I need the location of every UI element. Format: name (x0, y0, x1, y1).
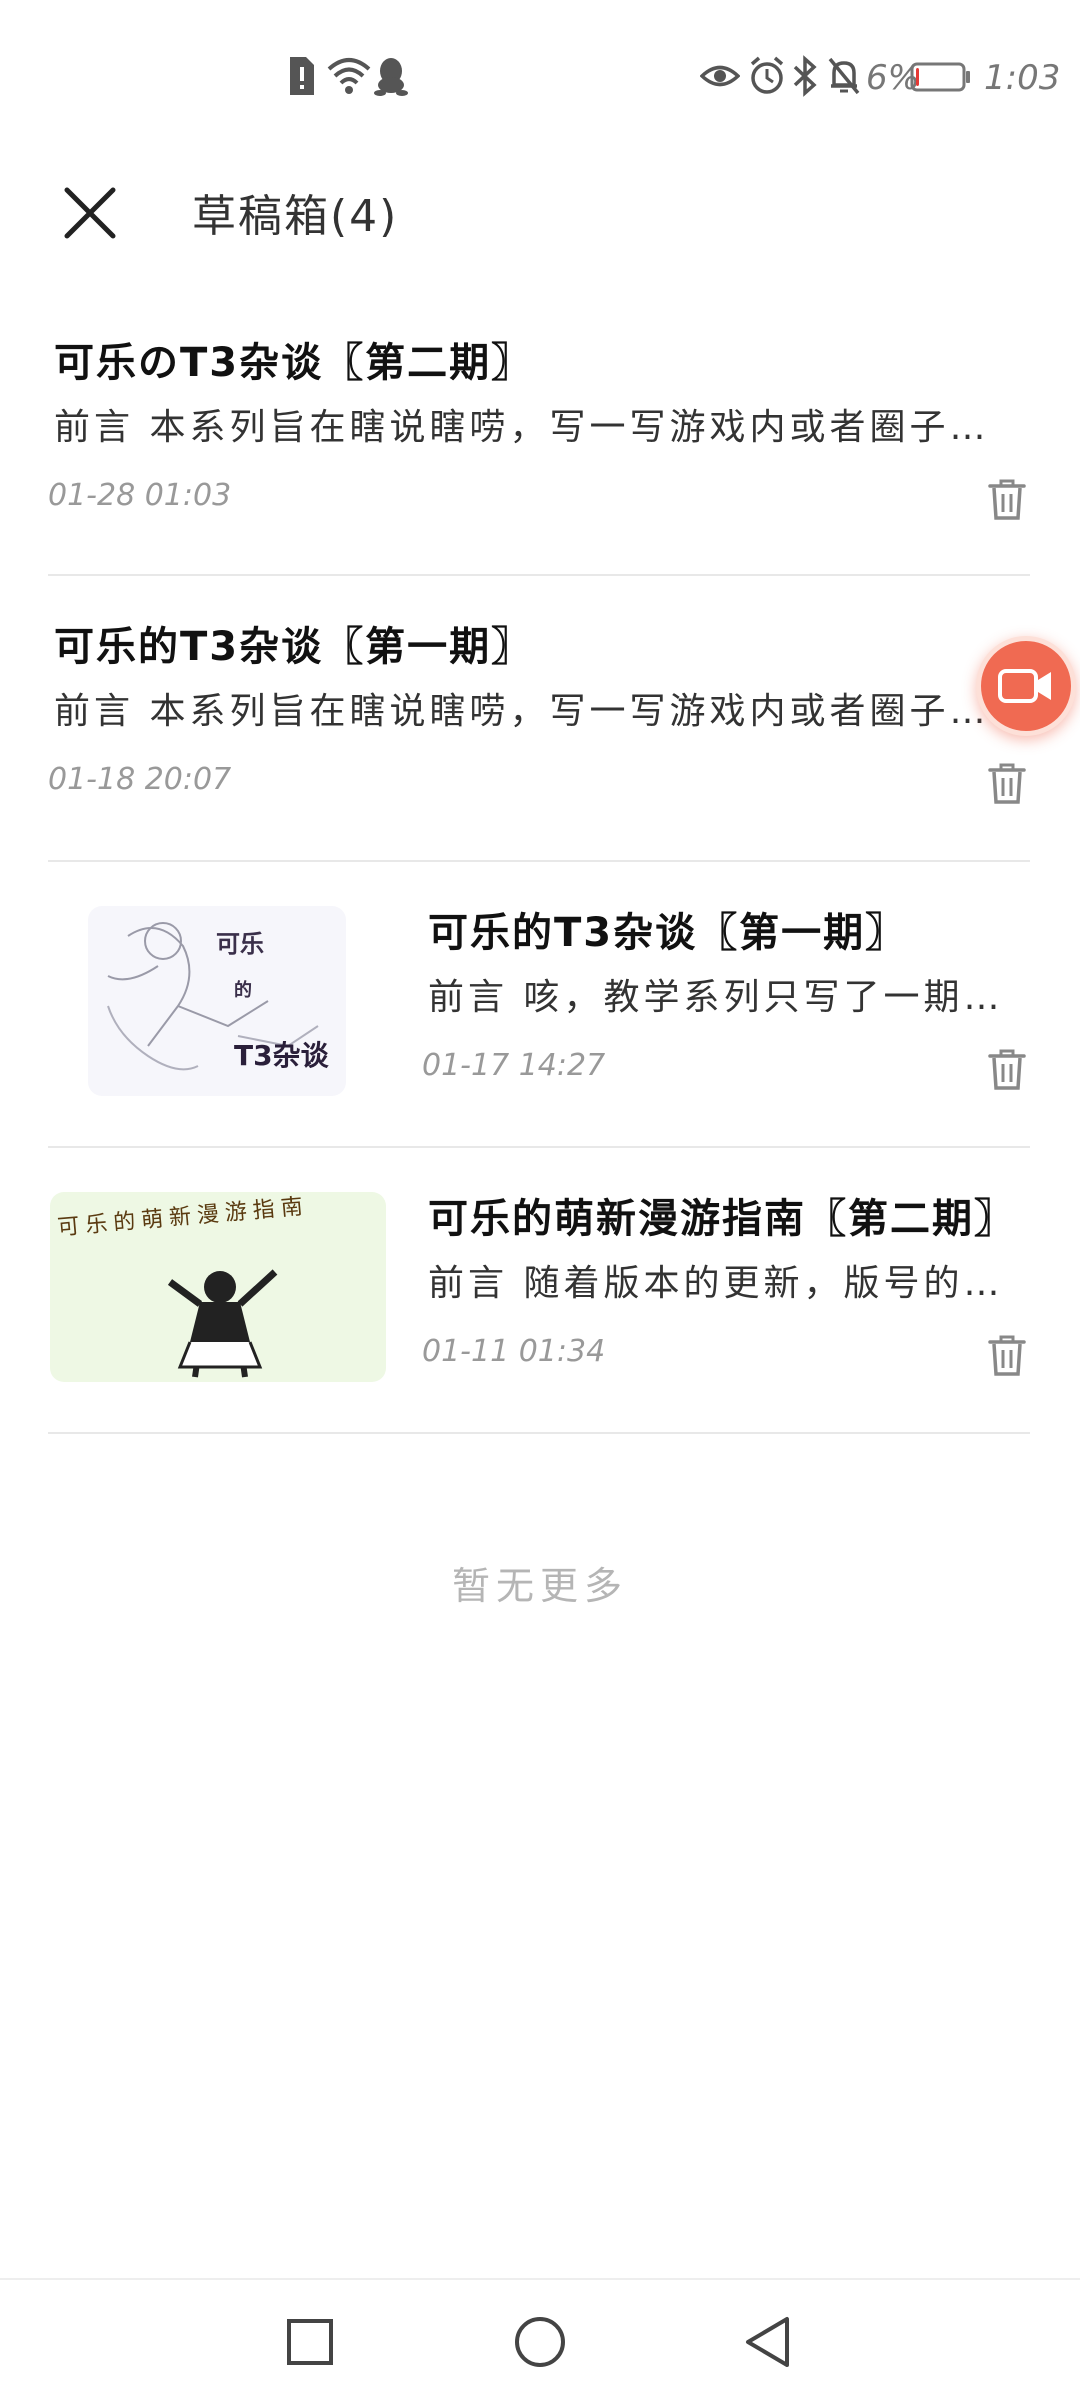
sketch-illustration (167, 1269, 278, 1378)
square-icon (287, 2319, 333, 2365)
close-icon (64, 187, 116, 239)
delete-icon[interactable] (984, 1046, 1030, 1092)
mute-icon (828, 57, 860, 95)
draft-excerpt: 前言 随着版本的更新，版号的… (428, 1263, 1004, 1304)
page-title: 草稿箱(4) (192, 191, 399, 242)
draft-thumbnail: 可乐 的 T3杂谈 (88, 906, 346, 1096)
draft-item[interactable]: 可乐 的 T3杂谈 可乐的T3杂谈〖第一期〗 前言 咳，教学系列只写了一期… 0… (48, 862, 1030, 1148)
draft-date: 01-17 14:27 (422, 1048, 606, 1083)
back-button[interactable] (728, 2302, 808, 2382)
triangle-back-icon (746, 2317, 789, 2367)
draft-title: 可乐的T3杂谈〖第一期〗 (428, 910, 908, 956)
delete-icon[interactable] (984, 476, 1030, 522)
navigation-bar (0, 2278, 1080, 2400)
divider (48, 1432, 1030, 1434)
alarm-icon (750, 56, 784, 94)
status-bar: 6% 1:03 (0, 0, 1080, 150)
wifi-icon (327, 58, 371, 94)
close-button[interactable] (50, 173, 130, 253)
draft-title: 可乐のT3杂谈〖第二期〗 (54, 340, 534, 386)
draft-date: 01-28 01:03 (48, 478, 232, 513)
delete-icon[interactable] (984, 760, 1030, 806)
delete-icon[interactable] (984, 1332, 1030, 1378)
draft-title: 可乐的T3杂谈〖第一期〗 (54, 624, 534, 670)
eye-icon (700, 65, 740, 87)
no-more-text: 暂无更多 (451, 1564, 628, 1608)
circle-icon (515, 2317, 565, 2367)
draft-date: 01-18 20:07 (48, 762, 232, 797)
video-camera-icon (998, 669, 1051, 703)
qq-icon (374, 58, 408, 96)
screen-record-button[interactable] (976, 636, 1076, 736)
sim-alert-icon (290, 57, 314, 95)
home-button[interactable] (500, 2302, 580, 2382)
battery-icon (910, 62, 970, 92)
recents-button[interactable] (270, 2302, 350, 2382)
draft-thumbnail: 可乐的萌新漫游指南 (50, 1192, 386, 1382)
clock: 1:03 (984, 58, 1061, 98)
draft-title: 可乐的萌新漫游指南〖第二期〗 (428, 1196, 1016, 1242)
draft-item[interactable]: 可乐的萌新漫游指南 可乐的萌新漫游指南〖第二期〗 前言 随着版本的更新，版号的…… (48, 1148, 1030, 1434)
draft-item[interactable]: 可乐的T3杂谈〖第一期〗 前言 本系列旨在瞎说瞎唠，写一写游戏内或者圈子… 01… (48, 576, 1030, 862)
header: 草稿箱(4) (0, 150, 1080, 280)
bluetooth-icon (793, 55, 817, 97)
draft-date: 01-11 01:34 (422, 1334, 606, 1369)
draft-excerpt: 前言 本系列旨在瞎说瞎唠，写一写游戏内或者圈子… (54, 407, 990, 448)
thumbnail-text: 可乐 (216, 930, 264, 958)
thumbnail-text: T3杂谈 (234, 1039, 329, 1072)
draft-excerpt: 前言 咳，教学系列只写了一期… (428, 977, 1004, 1018)
draft-item[interactable]: 可乐のT3杂谈〖第二期〗 前言 本系列旨在瞎说瞎唠，写一写游戏内或者圈子… 01… (48, 290, 1030, 576)
thumbnail-text: 的 (234, 980, 252, 1001)
draft-excerpt: 前言 本系列旨在瞎说瞎唠，写一写游戏内或者圈子… (54, 691, 990, 732)
